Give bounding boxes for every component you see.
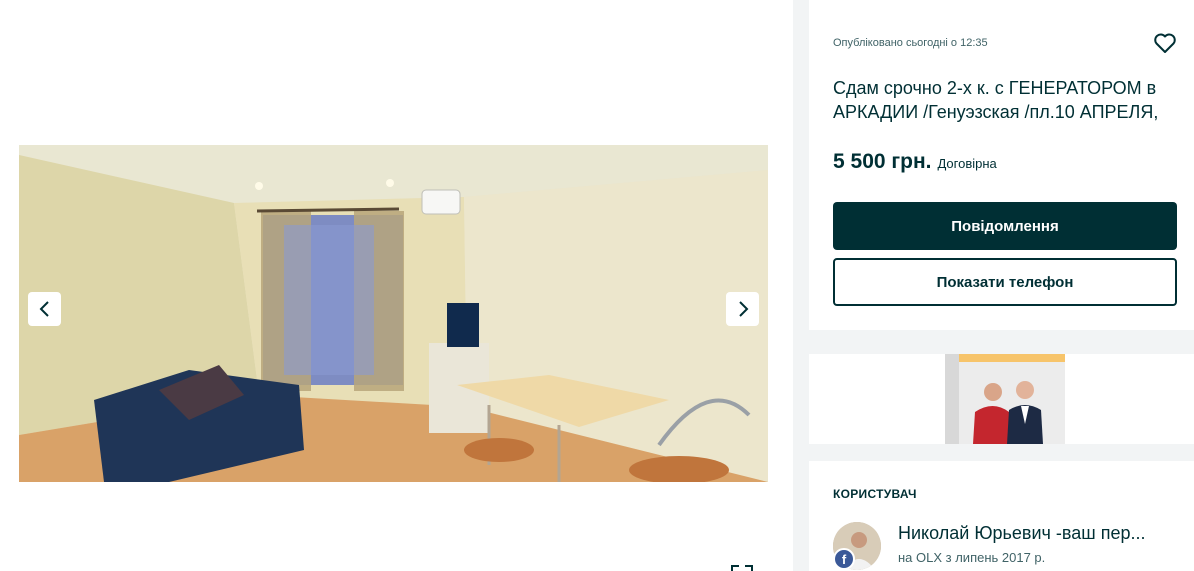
heart-icon xyxy=(1154,33,1176,53)
user-member-since: на OLX з липень 2017 р. xyxy=(898,550,1046,565)
fullscreen-icon xyxy=(731,565,753,571)
promo-photo xyxy=(945,354,1065,444)
negotiable-label: Договірна xyxy=(937,156,997,171)
facebook-badge: f xyxy=(833,548,855,570)
listing-photo[interactable] xyxy=(19,145,768,482)
message-button[interactable]: Повідомлення xyxy=(833,202,1177,250)
ad-title: Сдам срочно 2-х к. с ГЕНЕРАТОРОМ в АРКАД… xyxy=(833,76,1194,124)
fullscreen-button[interactable] xyxy=(726,560,758,571)
previous-photo-button[interactable] xyxy=(28,292,61,326)
ad-summary-card: Опубліковано сьогодні о 12:35 Сдам срочн… xyxy=(809,0,1194,330)
price-row: 5 500 грн. Договірна xyxy=(833,150,997,174)
price: 5 500 грн. xyxy=(833,150,932,173)
ad-title-line-2: АРКАДИИ /Генуэзская /пл.10 АПРЕЛЯ, xyxy=(833,102,1159,122)
next-photo-button[interactable] xyxy=(726,292,759,326)
favorite-button[interactable] xyxy=(1152,30,1178,56)
chevron-right-icon xyxy=(738,301,748,317)
user-heading: КОРИСТУВАЧ xyxy=(833,487,917,501)
user-name[interactable]: Николай Юрьевич -ваш пер... xyxy=(898,523,1145,544)
image-gallery xyxy=(0,0,793,571)
published-date: Опубліковано сьогодні о 12:35 xyxy=(833,37,988,49)
user-card: КОРИСТУВАЧ f Николай Юрьевич -ваш пер...… xyxy=(809,461,1194,571)
promo-card xyxy=(809,354,1194,444)
promo-banner[interactable] xyxy=(945,354,1065,444)
chevron-left-icon xyxy=(39,301,49,317)
room-photo xyxy=(19,145,768,482)
ad-title-line-1: Сдам срочно 2-х к. с ГЕНЕРАТОРОМ в xyxy=(833,78,1157,98)
show-phone-button[interactable]: Показати телефон xyxy=(833,258,1177,306)
